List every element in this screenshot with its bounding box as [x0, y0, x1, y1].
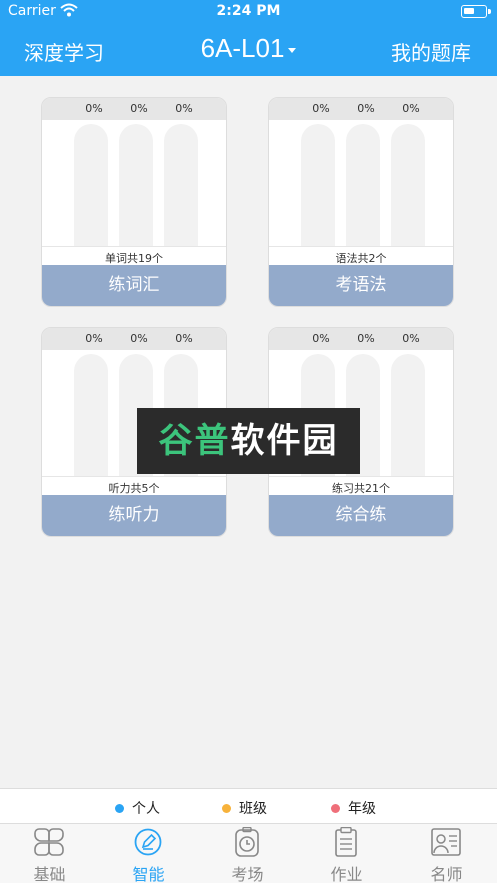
legend-personal: 个人	[115, 798, 160, 818]
tab-bar: 基础 智能 考场 作业 名师	[0, 824, 497, 883]
bar-grade	[391, 124, 425, 246]
tab-basics[interactable]: 基础	[0, 824, 99, 883]
percent-grade: 0%	[175, 102, 193, 115]
class-dot-icon	[222, 804, 231, 813]
percent-personal: 0%	[85, 332, 103, 345]
legend-grade: 年级	[331, 798, 376, 818]
tab-smart[interactable]: 智能	[99, 824, 198, 883]
tab-teachers[interactable]: 名师	[397, 824, 496, 883]
tab-label: 考场	[231, 865, 264, 883]
percent-row: 0% 0% 0%	[269, 328, 453, 350]
timer-icon	[231, 826, 263, 857]
percent-grade: 0%	[402, 102, 420, 115]
percent-personal: 0%	[312, 332, 330, 345]
grid-icon	[33, 827, 65, 857]
legend-label: 年级	[348, 801, 376, 817]
legend-label: 班级	[239, 801, 267, 817]
watermark-part1: 谷普	[158, 421, 231, 461]
practice-vocab-button[interactable]: 练词汇	[42, 265, 226, 306]
pencil-circle-icon	[132, 827, 164, 857]
percent-row: 0% 0% 0%	[42, 328, 226, 350]
percent-row: 0% 0% 0%	[269, 98, 453, 120]
bar-class	[119, 124, 153, 246]
tab-exam[interactable]: 考场	[198, 824, 297, 883]
item-count: 语法共2个	[269, 246, 453, 266]
percent-class: 0%	[130, 102, 148, 115]
battery-icon	[461, 5, 487, 18]
item-count: 听力共5个	[42, 476, 226, 496]
test-grammar-button[interactable]: 考语法	[269, 265, 453, 306]
watermark-part2: 软件园	[230, 421, 339, 461]
watermark-logo: 谷普软件园	[137, 408, 360, 474]
battery-tip	[488, 9, 491, 14]
clock: 2:24 PM	[216, 3, 281, 19]
contact-card-icon	[430, 827, 462, 857]
percent-row: 0% 0% 0%	[42, 98, 226, 120]
tab-label: 智能	[132, 865, 165, 883]
grade-dot-icon	[331, 804, 340, 813]
caret-down-icon	[288, 47, 297, 53]
bar-class	[346, 124, 380, 246]
percent-personal: 0%	[312, 102, 330, 115]
vocab-card: 0% 0% 0% 单词共19个 练词汇	[41, 97, 227, 307]
bar-personal	[74, 124, 108, 246]
percent-class: 0%	[357, 332, 375, 345]
percent-grade: 0%	[402, 332, 420, 345]
percent-personal: 0%	[85, 102, 103, 115]
my-question-bank-button[interactable]: 我的题库	[391, 37, 471, 66]
bar-personal	[301, 124, 335, 246]
tab-label: 名师	[430, 865, 463, 883]
grammar-card: 0% 0% 0% 语法共2个 考语法	[268, 97, 454, 307]
percent-class: 0%	[357, 102, 375, 115]
tab-label: 基础	[33, 865, 66, 883]
status-bar: Carrier 2:24 PM	[0, 0, 497, 24]
percent-grade: 0%	[175, 332, 193, 345]
tab-label: 作业	[330, 865, 363, 883]
item-count: 练习共21个	[269, 476, 453, 496]
percent-class: 0%	[130, 332, 148, 345]
personal-dot-icon	[115, 804, 124, 813]
bar-grade	[164, 124, 198, 246]
legend-class: 班级	[222, 798, 267, 818]
nav-bar: 深度学习 6A-L01 我的题库	[0, 24, 497, 76]
tab-homework[interactable]: 作业	[297, 824, 396, 883]
item-count: 单词共19个	[42, 246, 226, 266]
comprehensive-practice-button[interactable]: 综合练	[269, 495, 453, 536]
bar-personal	[74, 354, 108, 476]
legend: 个人 班级 年级	[0, 788, 497, 824]
practice-listening-button[interactable]: 练听力	[42, 495, 226, 536]
clipboard-icon	[330, 826, 362, 857]
legend-label: 个人	[132, 801, 160, 817]
lesson-title: 6A-L01	[200, 33, 285, 63]
bar-grade	[391, 354, 425, 476]
